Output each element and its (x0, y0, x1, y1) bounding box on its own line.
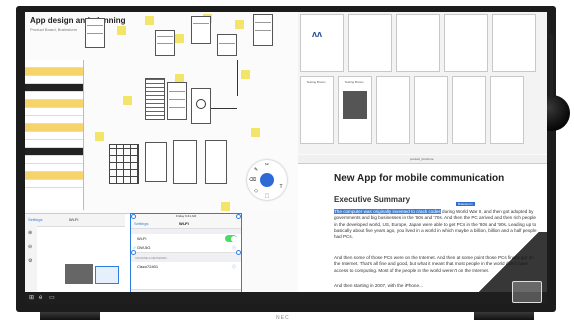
folder-icon[interactable]: ▭ (49, 295, 55, 301)
color-picker-button[interactable] (260, 173, 274, 187)
brand-label: NEC (276, 315, 290, 321)
document-tab-bar: product_brochure (298, 155, 547, 164)
info-icon[interactable]: ⓘ (232, 264, 236, 270)
design-card[interactable] (490, 76, 524, 144)
document-heading: New App for mobile communication (334, 173, 505, 184)
sticky-note[interactable] (251, 128, 260, 137)
radial-tool-menu[interactable]: ✂ ✎ ⌫ T ◇ ⬚ (247, 160, 287, 200)
wireframe-sketch[interactable] (191, 88, 211, 124)
mobile-design-gallery[interactable]: ʌʌ Testing Brown Testing Brown (298, 12, 547, 154)
info-icon[interactable]: ⓘ (232, 245, 236, 251)
pen-icon[interactable]: ✎ (253, 167, 259, 173)
wireframe-sketch[interactable] (167, 82, 187, 120)
board-title: App design and planning (30, 16, 126, 25)
gear-icon[interactable]: ⚙ (28, 258, 32, 264)
network-name: GW-5G (137, 245, 151, 250)
connector-line (211, 108, 237, 109)
wireframe-sketch[interactable] (85, 18, 105, 48)
design-card[interactable] (452, 76, 486, 144)
taskbar: ⊞ e ▭ (25, 292, 547, 304)
wireframe-sketch[interactable] (155, 30, 175, 56)
grid-sketch[interactable] (109, 144, 139, 184)
eraser-icon[interactable]: ⌫ (249, 177, 256, 183)
annotation-tag[interactable]: Brainstorm (456, 202, 475, 206)
resize-handle[interactable] (236, 250, 241, 255)
sticky-note[interactable] (235, 20, 244, 29)
wireframe-sketch[interactable] (217, 34, 237, 56)
zoom-in-icon[interactable]: ⊕ (28, 230, 32, 236)
app-logo-icon: ʌʌ (312, 29, 323, 39)
sticky-note[interactable] (145, 16, 154, 25)
sticky-note[interactable] (117, 26, 126, 35)
sticky-note[interactable] (221, 202, 230, 211)
spreadsheet-panel[interactable] (25, 60, 84, 210)
image-thumbnail[interactable] (65, 264, 93, 284)
zoom-out-icon[interactable]: ⊖ (28, 244, 32, 250)
shape-icon[interactable]: ◇ (253, 188, 259, 194)
highlighted-text[interactable]: The computer was originally invented to … (334, 209, 441, 214)
display-bezel: NEC App design and planning Product Boar… (0, 0, 574, 327)
pen-input-widget[interactable] (512, 281, 542, 303)
tablet-toolbar: ⊕ ⊖ ⚙ (25, 226, 37, 293)
wifi-toggle[interactable] (225, 235, 237, 242)
text-tool-icon[interactable]: T (278, 184, 284, 190)
sticky-note[interactable] (241, 70, 250, 79)
phone-wifi-window[interactable]: Friday 9:41 AM Settings Wi-Fi Wi-Fi ✓ GW… (130, 213, 242, 294)
selection-box[interactable] (95, 266, 119, 284)
phone-back-button[interactable]: Settings (134, 221, 148, 226)
design-card[interactable]: Testing Brown (300, 76, 334, 144)
wireframe-sketch[interactable] (253, 14, 273, 46)
design-card[interactable] (414, 76, 448, 144)
network-row[interactable] (131, 280, 241, 290)
stand-left (40, 312, 100, 320)
wireframe-sketch[interactable] (173, 140, 197, 184)
phone-nav-bar: Settings Wi-Fi (131, 219, 241, 229)
tablet-back-button[interactable]: Settings (28, 217, 42, 222)
document-subheading: Executive Summary (334, 195, 411, 204)
wireframe-sketch[interactable] (191, 16, 211, 44)
wifi-label: Wi-Fi (137, 236, 147, 241)
windows-start-icon[interactable]: ⊞ (29, 295, 34, 301)
sticky-note[interactable] (175, 34, 184, 43)
connector-line (237, 60, 238, 96)
scissors-icon[interactable]: ✂ (264, 162, 270, 168)
resize-handle[interactable] (236, 214, 241, 219)
board-subtitle: Product Board, Brainstorm (30, 27, 78, 32)
design-card[interactable]: Testing Brown (338, 76, 372, 144)
screenshot-image (343, 91, 367, 119)
connected-network-row[interactable]: ✓ GW-5G ⓘ (131, 243, 241, 253)
design-card[interactable] (492, 14, 536, 72)
sticky-note[interactable] (123, 96, 132, 105)
section-header: CHOOSE A NETWORK... (135, 256, 170, 260)
design-card[interactable] (376, 76, 410, 144)
wireframe-sketch[interactable] (145, 78, 165, 120)
document-tab[interactable]: product_brochure (410, 157, 434, 161)
design-card[interactable]: ʌʌ (300, 14, 344, 72)
wireframe-sketch[interactable] (145, 142, 167, 182)
stand-right (474, 312, 534, 320)
tablet-nav-bar: Settings Wi-Fi (25, 214, 125, 227)
phone-title: Wi-Fi (179, 221, 189, 226)
design-card[interactable] (348, 14, 392, 72)
network-name: Cisco72401 (137, 264, 159, 269)
select-icon[interactable]: ⬚ (264, 193, 270, 199)
screen: App design and planning Product Board, B… (25, 12, 547, 304)
tablet-title: Wi-Fi (69, 217, 79, 222)
edge-browser-icon[interactable]: e (39, 295, 42, 301)
card-caption: Testing Brown (306, 80, 326, 84)
wireframe-sketch[interactable] (205, 140, 227, 184)
sticky-note[interactable] (95, 132, 104, 141)
resize-handle[interactable] (131, 214, 136, 219)
card-caption: Testing Brown (344, 80, 364, 84)
circle-x-icon (196, 99, 206, 109)
design-card[interactable] (444, 14, 488, 72)
resize-handle[interactable] (131, 250, 136, 255)
design-card[interactable] (396, 14, 440, 72)
